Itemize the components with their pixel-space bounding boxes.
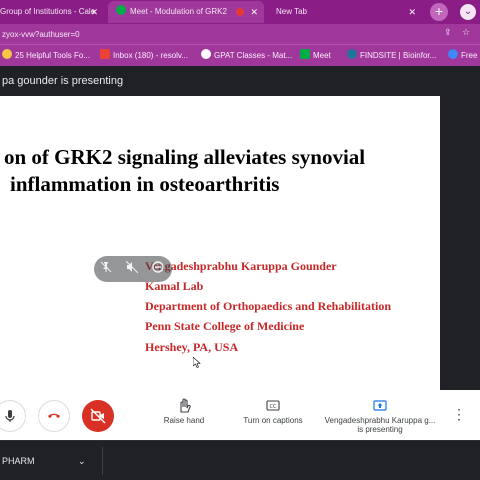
mute-icon[interactable]: [124, 260, 140, 277]
bookmark-star-icon[interactable]: ☆: [462, 27, 470, 38]
tab-close-icon[interactable]: ✕: [408, 1, 416, 23]
bookmark-helpful-tools[interactable]: 25 Helpful Tools Fo...: [2, 45, 90, 67]
author-location: Hershey, PA, USA: [145, 340, 239, 354]
shared-slide: on of GRK2 signaling alleviates synovial…: [0, 96, 440, 390]
microphone-button[interactable]: [0, 400, 26, 432]
browser-tab-strip: Group of Institutions - Cale ✕ Meet - Mo…: [0, 0, 480, 24]
bookmark-inbox[interactable]: Inbox (180) - resolv...: [100, 45, 188, 67]
presentation-status-button[interactable]: Vengadeshprabhu Karuppa g... is presenti…: [320, 398, 440, 434]
raise-hand-label: Raise hand: [163, 416, 205, 425]
author-college: Penn State College of Medicine: [145, 319, 305, 333]
hang-up-icon: [48, 413, 60, 418]
tab-new-tab[interactable]: New Tab ✕: [266, 1, 422, 23]
tab-title: New Tab: [276, 7, 307, 16]
address-bar: zyox-vvw?authuser=0 ⇪ ☆: [0, 24, 480, 44]
meet-controls-bar: Raise hand CC Turn on captions Vengadesh…: [0, 390, 480, 440]
author-department: Department of Orthopaedics and Rehabilit…: [145, 299, 391, 313]
tab-search-chevron-icon[interactable]: ⌄: [460, 4, 476, 20]
tab-title: Group of Institutions - Cale: [0, 7, 96, 16]
bookmark-label: GPAT Classes - Mat...: [214, 51, 293, 60]
more-options-icon[interactable]: ⋮: [452, 406, 466, 422]
raise-hand-button[interactable]: Raise hand: [155, 398, 213, 425]
tab-close-icon[interactable]: ✕: [90, 1, 98, 23]
captions-label: Turn on captions: [243, 416, 303, 425]
pin-icon[interactable]: [98, 261, 114, 277]
mouse-cursor-icon: [193, 357, 201, 368]
tab-institutions[interactable]: Group of Institutions - Cale ✕: [0, 1, 104, 23]
captions-button[interactable]: CC Turn on captions: [235, 398, 311, 425]
bookmark-gpat[interactable]: GPAT Classes - Mat...: [201, 45, 292, 67]
taskbar-divider: [102, 447, 103, 475]
new-tab-button[interactable]: +: [430, 3, 448, 21]
bookmark-findsite[interactable]: FINDSITE | Bioinfor...: [347, 45, 436, 67]
camera-off-button[interactable]: [82, 400, 114, 432]
gmail-icon: [100, 49, 110, 59]
wordpress-icon: [347, 49, 357, 59]
tab-title: Meet - Modulation of GRK2: [130, 7, 227, 16]
taskbar-label: PHARM: [2, 456, 35, 466]
leave-call-button[interactable]: [38, 400, 70, 432]
svg-text:CC: CC: [270, 404, 277, 410]
tab-meet[interactable]: Meet - Modulation of GRK2 ✕: [108, 1, 264, 23]
author-name: Vengadeshprabhu Karuppa Gounder: [145, 259, 337, 273]
closed-captions-icon: CC: [266, 400, 280, 411]
bookmark-label: FINDSITE | Bioinfor...: [360, 51, 437, 60]
meet-icon: [300, 49, 310, 59]
meet-icon: [116, 5, 126, 15]
url-field[interactable]: zyox-vvw?authuser=0: [0, 27, 440, 42]
presenting-name: Vengadeshprabhu Karuppa g...: [324, 416, 436, 425]
share-icon[interactable]: ⇪: [444, 27, 452, 38]
bookmark-label: Meet: [313, 51, 331, 60]
globe-icon: [2, 49, 12, 59]
presenter-banner: pa gounder is presenting: [0, 66, 480, 96]
taskbar-chevron-icon[interactable]: ⌄: [78, 441, 86, 480]
microphone-icon: [5, 410, 15, 422]
remove-icon[interactable]: [150, 261, 166, 277]
raise-hand-icon: [180, 398, 191, 413]
present-screen-icon: [373, 400, 387, 411]
presenting-status: is presenting: [357, 425, 403, 434]
bookmark-free[interactable]: Free: [448, 45, 477, 67]
recording-indicator-icon: [236, 8, 244, 16]
tab-close-icon[interactable]: ✕: [250, 1, 258, 23]
bookmark-label: Free: [461, 51, 478, 60]
screen: Group of Institutions - Cale ✕ Meet - Mo…: [0, 0, 480, 480]
meet-side-area: [440, 96, 480, 390]
tile-overlay-controls: [94, 256, 172, 282]
bookmarks-bar: 25 Helpful Tools Fo... Inbox (180) - res…: [0, 44, 480, 66]
bookmark-meet[interactable]: Meet: [300, 45, 331, 67]
globe-icon: [201, 49, 211, 59]
bookmark-label: Inbox (180) - resolv...: [113, 51, 188, 60]
bookmark-label: 25 Helpful Tools Fo...: [15, 51, 91, 60]
camera-off-icon: [90, 408, 106, 424]
slide-title-line-1: on of GRK2 signaling alleviates synovial: [4, 145, 366, 169]
globe-icon: [448, 49, 458, 59]
os-taskbar: PHARM ⌄: [0, 440, 480, 480]
slide-title-line-2: inflammation in osteoarthritis: [10, 172, 280, 196]
